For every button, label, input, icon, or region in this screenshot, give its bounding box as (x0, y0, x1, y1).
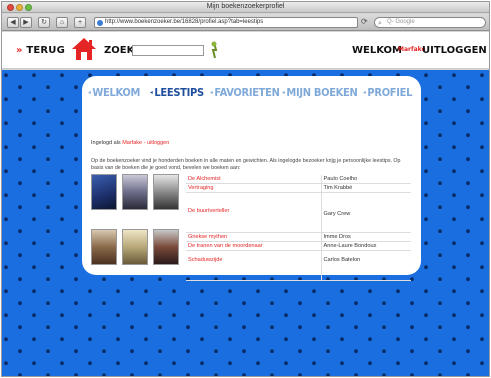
table-row: De buurtverteller Gary Crew (186, 192, 411, 233)
book-title-link[interactable]: Griekse mythen (186, 232, 321, 242)
forward-arrow-icon[interactable]: ▶ (20, 17, 32, 28)
table-row: De tranen van de moordenaar Anne-Laure B… (186, 241, 411, 251)
back-arrow-icon: » (16, 45, 23, 56)
title-bar: Mijn boekenzoekerprofiel (2, 2, 489, 13)
add-bookmark-icon[interactable]: + (74, 17, 86, 28)
tab-label: WELKOM (92, 86, 141, 99)
book-cover[interactable] (122, 174, 148, 210)
tab-mijn-boeken[interactable]: ◂ MIJN BOEKEN (282, 86, 358, 99)
site-search-input[interactable] (132, 45, 204, 56)
tab-favorieten[interactable]: ◂ FAVORIETEN (210, 86, 280, 99)
tab-label: LEESTIPS (154, 86, 204, 99)
home-toolbar-icon[interactable]: ⌂ (56, 17, 68, 28)
browser-search-field[interactable]: ⌕ Q- Google (374, 17, 486, 28)
tab-profiel[interactable]: ◂ PROFIEL (363, 86, 412, 99)
book-title-link[interactable]: Schaduwzijde (186, 250, 321, 281)
book-cover[interactable] (153, 229, 179, 265)
book-author: Anne-Laure Bondoux (320, 241, 411, 251)
tab-arrow-icon: ◂ (88, 89, 91, 96)
book-cover[interactable] (91, 174, 117, 210)
book-author: Paulo Coelho (320, 175, 411, 184)
home-icon[interactable] (70, 36, 98, 62)
tab-label: PROFIEL (367, 86, 413, 99)
table-row: De Alchemist Paulo Coelho (186, 175, 411, 184)
tab-label: FAVORIETEN (214, 86, 280, 99)
search-go-icon[interactable] (208, 41, 220, 59)
book-author: Tim Krabbé (320, 183, 411, 193)
back-link[interactable]: » TERUG (16, 45, 65, 56)
table-row: Vertraging Tim Krabbé (186, 183, 411, 193)
book-cover[interactable] (91, 229, 117, 265)
login-user-link[interactable]: Marfake - uitloggen (122, 140, 169, 146)
logout-link[interactable]: UITLOGGEN (422, 45, 487, 56)
browser-toolbar: ◀ ▶ ↻ ⌂ + http://www.boekenzoeker.be/168… (2, 14, 489, 31)
tab-arrow-icon: ◂ (150, 89, 153, 96)
tab-welkom[interactable]: ◂ WELKOM (88, 86, 140, 99)
book-title-link[interactable]: De Alchemist (186, 175, 321, 184)
tab-label: MIJN BOEKEN (286, 86, 358, 99)
recommended-books-table: De Alchemist Paulo Coelho Vertraging Tim… (186, 175, 411, 281)
book-cover[interactable] (122, 229, 148, 265)
book-cover[interactable] (153, 174, 179, 210)
window-title: Mijn boekenzoekerprofiel (206, 3, 285, 10)
book-title-link[interactable]: De tranen van de moordenaar (186, 241, 321, 251)
book-author: Imme Dros (320, 232, 411, 242)
welcome-label: WELKOM (352, 45, 402, 56)
book-title-link[interactable]: Vertraging (186, 183, 321, 193)
book-title-link[interactable]: De buurtverteller (186, 192, 321, 233)
browser-window: Mijn boekenzoekerprofiel ◀ ▶ ↻ ⌂ + http:… (1, 1, 490, 377)
table-row: Schaduwzijde Carlos Batelon (186, 250, 411, 281)
tab-arrow-icon: ◂ (210, 89, 213, 96)
search-label: ZOEK (104, 45, 135, 56)
table-row: Griekse mythen Imme Dros (186, 232, 411, 242)
book-author: Carlos Batelon (320, 250, 411, 281)
intro-text: Op de boekenzoeker vind je honderden boe… (91, 158, 401, 171)
pattern-background: ◂ WELKOM ◂ LEESTIPS ◂ FAVORIETEN ◂ MIJN BOEK… (2, 70, 489, 376)
back-arrow-icon[interactable]: ◀ (7, 17, 19, 28)
tab-arrow-icon: ◂ (363, 89, 366, 96)
book-author: Gary Crew (320, 192, 411, 233)
rss-reload-icon[interactable]: ⟳ (361, 17, 368, 26)
site-favicon-icon (97, 20, 103, 26)
site-header: » TERUG ZOEK WELKOM Marfake UITLOGGEN (2, 32, 489, 69)
url-text: http://www.boekenzoeker.be/16828/profiel… (105, 19, 264, 25)
address-bar[interactable]: http://www.boekenzoeker.be/16828/profiel… (94, 17, 358, 28)
browser-search-placeholder: Q- Google (387, 19, 415, 25)
search-icon: ⌕ (378, 20, 382, 27)
reload-icon[interactable]: ↻ (38, 17, 50, 28)
back-label: TERUG (26, 45, 66, 56)
profile-card: ◂ WELKOM ◂ LEESTIPS ◂ FAVORIETEN ◂ MIJN BOEK… (82, 76, 421, 281)
login-status: Ingelogd als Marfake - uitloggen (91, 140, 169, 146)
tab-leestips[interactable]: ◂ LEESTIPS (150, 86, 204, 99)
login-prefix: Ingelogd als (91, 140, 121, 146)
tab-arrow-icon: ◂ (282, 89, 285, 96)
profile-tabs: ◂ WELKOM ◂ LEESTIPS ◂ FAVORIETEN ◂ MIJN BOEK… (88, 86, 418, 104)
